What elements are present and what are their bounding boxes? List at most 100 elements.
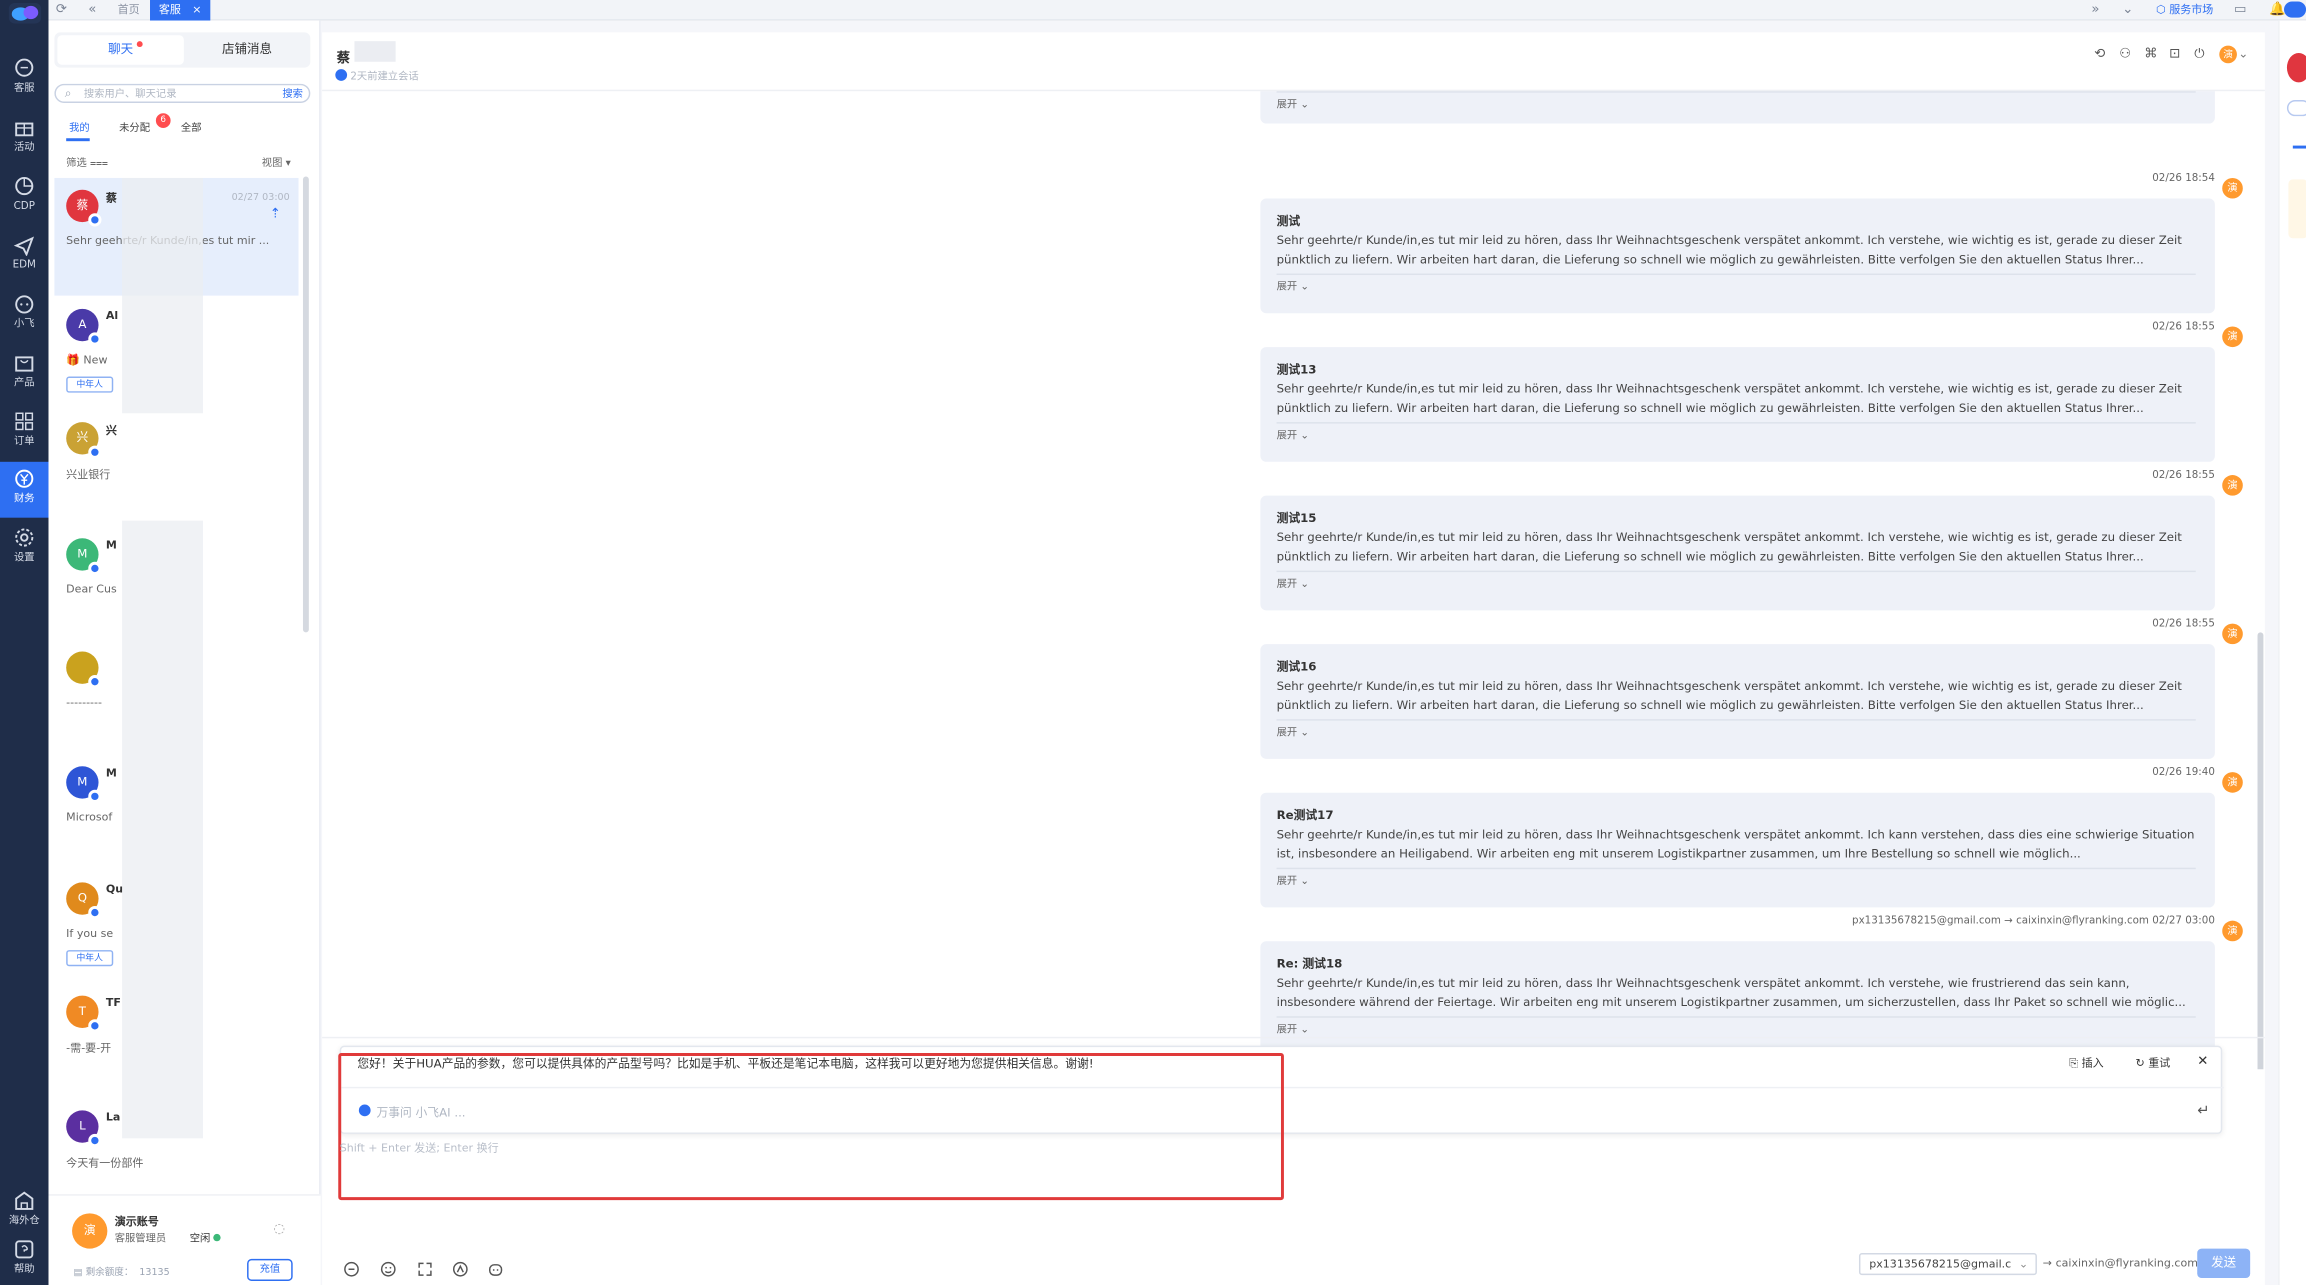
chat-panel: 蔡 2天前建立会话 ⟲ ⚇ ⌘ ⊡ ⏻ 演 ⌄ 展开 ⌄ 02/26 18:54 测… xyxy=(322,32,2265,1285)
filter-all[interactable]: 全部 xyxy=(181,121,202,136)
service-market-label: 服务市场 xyxy=(2169,2,2214,17)
nav-item-yen[interactable]: 财务 xyxy=(0,461,49,518)
nav-item-pie-chart[interactable]: CDP xyxy=(0,169,49,225)
message-time: 02/26 18:54 xyxy=(2152,172,2215,184)
scan-icon[interactable]: ⊡ xyxy=(2169,47,2180,62)
expand-toggle[interactable]: 展开 ⌄ xyxy=(1277,97,1309,112)
tab-shop-messages[interactable]: 店铺消息 xyxy=(184,35,310,64)
tab-service[interactable]: 客服 × xyxy=(150,0,211,21)
tab-home[interactable]: 首页 xyxy=(109,0,149,21)
message-timestamp: 02/26 19:40 xyxy=(2152,766,2215,779)
sender-select[interactable]: px13135678215@gmail.c ⌄ xyxy=(1858,1253,2037,1276)
expand-label: 展开 xyxy=(1276,280,1298,293)
app-logo xyxy=(8,2,42,24)
blurred-region xyxy=(122,177,203,414)
recharge-button[interactable]: 充值 xyxy=(247,1258,293,1281)
sidebar-scrollbar[interactable] xyxy=(302,176,309,633)
divider xyxy=(1276,1016,2196,1018)
pin-top-icon[interactable]: ⇡ xyxy=(270,207,281,222)
message-scrollbar[interactable] xyxy=(2257,632,2264,1070)
refresh-icon[interactable]: ⟳ xyxy=(56,1,67,19)
power-icon[interactable]: ⏻ xyxy=(2194,47,2204,62)
filter-mine[interactable]: 我的 xyxy=(69,121,90,136)
agent-avatar[interactable]: 演 xyxy=(2219,45,2237,64)
conversation-name: 兴 xyxy=(105,423,117,437)
translate-icon[interactable] xyxy=(452,1256,470,1277)
conversation-item[interactable]: 兴兴兴业银行 xyxy=(54,410,298,522)
nav-item-bot[interactable]: 小飞 xyxy=(0,287,49,343)
message-time: 02/26 18:55 xyxy=(2152,618,2215,630)
expand-right-icon[interactable]: » xyxy=(2091,1,2099,19)
nav-item-grid[interactable]: 订单 xyxy=(0,404,49,460)
recipient-email: caixinxin@flyranking.com xyxy=(2016,914,2149,927)
expand-label: 展开 xyxy=(1276,98,1298,111)
add-button[interactable] xyxy=(2286,100,2306,117)
nav-item-send[interactable]: EDM xyxy=(0,228,49,284)
status-dropdown[interactable]: 空闲 xyxy=(190,1231,221,1246)
unread-dot xyxy=(136,41,143,48)
chevron-down-icon[interactable]: ⌄ xyxy=(2122,1,2133,19)
history-icon[interactable]: ⟲ xyxy=(2094,47,2105,62)
search-input[interactable]: 搜索用户、聊天记录 xyxy=(84,85,177,103)
view-dropdown[interactable]: 视图 ▾ xyxy=(262,156,291,171)
retry-button[interactable]: ↻ 重试 xyxy=(2135,1054,2170,1070)
chevron-down-icon: ⌄ xyxy=(1297,98,1310,111)
nav-item-bag[interactable]: 产品 xyxy=(0,346,49,402)
insert-button[interactable]: ⎘ 插入 xyxy=(2069,1054,2103,1070)
recipient-email: caixinxin@flyranking.com xyxy=(2055,1255,2198,1270)
conversation-preview: 今天有一份部件 xyxy=(66,1155,144,1170)
emoji-icon[interactable] xyxy=(379,1256,397,1277)
user-icon[interactable]: ⚇ xyxy=(2119,47,2131,62)
account-role: 客服管理员 xyxy=(114,1232,167,1245)
send-button[interactable]: 发送 xyxy=(2197,1248,2251,1279)
expand-toggle[interactable]: 展开 ⌄ xyxy=(1277,725,1309,740)
nav-item-label: 订单 xyxy=(13,435,35,448)
arrow-icon: → xyxy=(2004,914,2013,927)
avatar-initial: 兴 xyxy=(76,430,89,445)
chevron-down-icon[interactable]: ⌄ xyxy=(2238,47,2248,60)
notification-badge xyxy=(2283,1,2306,18)
status-dot xyxy=(213,1233,221,1242)
collapse-left-icon[interactable]: « xyxy=(88,1,96,19)
service-market-link[interactable]: ⬡ 服务市场 xyxy=(2156,0,2213,21)
avatar: 兴 xyxy=(66,422,102,459)
filter-unassigned[interactable]: 未分配 xyxy=(119,121,150,136)
message-time: 02/26 18:55 xyxy=(2152,469,2215,481)
search-button[interactable]: 搜索 xyxy=(282,85,303,103)
channel-icon xyxy=(88,332,102,346)
nav-item-gift[interactable]: 活动 xyxy=(0,110,49,166)
expand-toggle[interactable]: 展开 ⌄ xyxy=(1277,874,1309,889)
nav-item-warehouse[interactable]: 海外仓 xyxy=(0,1184,49,1240)
tab-close-icon[interactable]: × xyxy=(192,0,201,21)
conversation-name: Qu xyxy=(105,882,124,896)
avatar-initial: M xyxy=(77,775,88,789)
enter-icon[interactable]: ↵ xyxy=(2197,1103,2209,1119)
nav-item-chat[interactable]: 客服 xyxy=(0,51,49,107)
folder-icon[interactable]: ▭ xyxy=(2234,1,2247,19)
nav-item-label: 活动 xyxy=(13,141,35,153)
expand-toggle[interactable]: 展开 ⌄ xyxy=(1277,577,1309,592)
nav-item-label: 帮助 xyxy=(13,1263,35,1276)
filter-dropdown[interactable]: 筛选 ⩶ xyxy=(66,156,108,171)
expand-toggle[interactable]: 展开 ⌄ xyxy=(1277,428,1309,443)
message-timestamp: 02/27 03:00 xyxy=(2152,914,2215,927)
nav-item-help[interactable]: 帮助 xyxy=(0,1232,49,1285)
tag-icon[interactable]: ⌘ xyxy=(2144,47,2157,62)
message-body: Sehr geehrte/r Kunde/in,es tut mir leid … xyxy=(1276,679,2182,713)
fullscreen-icon[interactable] xyxy=(416,1256,434,1276)
avatar-initial: 蔡 xyxy=(76,198,89,212)
nav-item-gear[interactable]: 设置 xyxy=(0,521,49,577)
ai-assistant-icon[interactable] xyxy=(487,1256,505,1276)
expand-toggle[interactable]: 展开 ⌄ xyxy=(1277,1022,1309,1037)
close-icon[interactable]: ✕ xyxy=(2197,1054,2208,1069)
avatar: L xyxy=(66,1110,102,1148)
expand-toggle[interactable]: 展开 ⌄ xyxy=(1277,279,1309,294)
tab-chat[interactable]: 聊天 xyxy=(57,35,184,65)
agent-avatar: 演 xyxy=(2222,623,2243,645)
right-panel xyxy=(2278,20,2306,1285)
message-subject: 测试13 xyxy=(1276,363,1317,377)
active-tab-underline xyxy=(2292,145,2306,149)
conversation-name: M xyxy=(105,538,117,552)
quick-reply-icon[interactable] xyxy=(343,1256,361,1277)
compose-input[interactable]: Shift + Enter 发送; Enter 换行 xyxy=(340,1140,499,1156)
